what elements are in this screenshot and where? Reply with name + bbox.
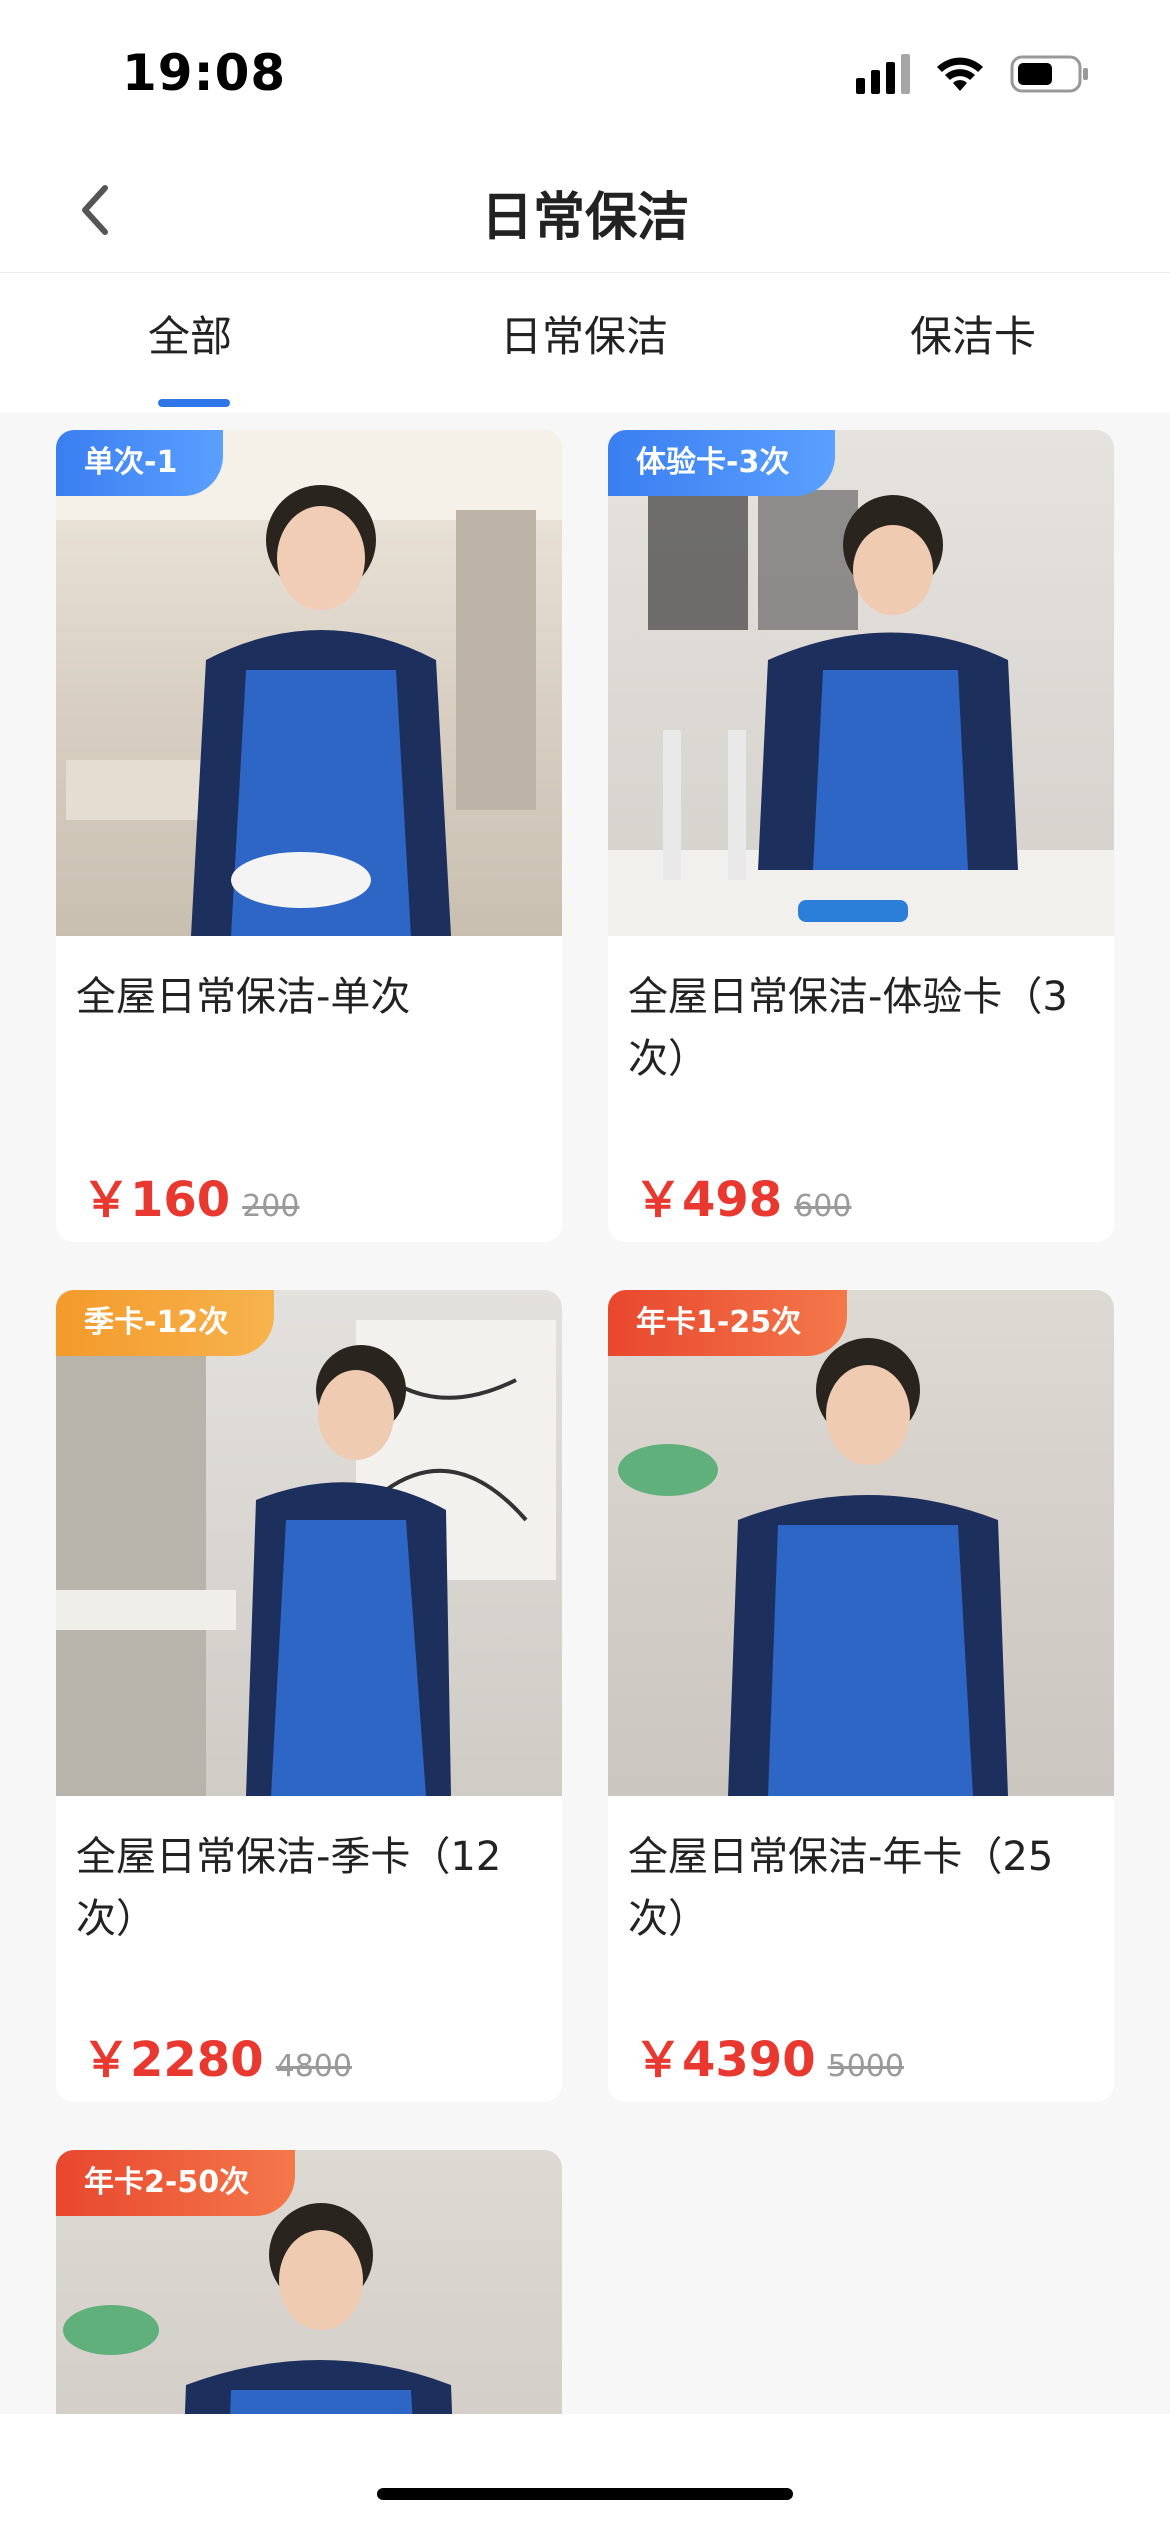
price-current: ￥498 <box>634 1172 783 1228</box>
price-original: 4800 <box>275 2049 352 2084</box>
bottom-safe-area <box>0 2414 1170 2532</box>
page-title: 日常保洁 <box>480 188 689 248</box>
product-photo <box>608 1290 1114 1796</box>
active-tab-indicator <box>158 399 230 407</box>
status-bar: 19:08 <box>0 0 1170 145</box>
status-icons <box>856 54 1090 94</box>
product-price: ￥4390 5000 <box>634 2020 904 2090</box>
price-current: ￥2280 <box>82 2032 264 2088</box>
product-card[interactable]: 年卡1-25次 全屋日常保洁-年卡（25次） ￥4390 5000 <box>608 1290 1114 2102</box>
tab-cleaning-card[interactable]: 保洁卡 <box>910 303 1036 364</box>
product-badge: 单次-1 <box>56 430 224 496</box>
product-price: ￥498 600 <box>634 1160 851 1230</box>
price-original: 600 <box>794 1189 852 1224</box>
product-badge: 年卡1-25次 <box>608 1290 848 1356</box>
home-indicator[interactable] <box>377 2488 793 2500</box>
tab-all[interactable]: 全部 <box>148 303 232 364</box>
category-tabs: 全部 日常保洁 保洁卡 <box>0 273 1170 413</box>
nav-bar: 日常保洁 <box>0 145 1170 273</box>
app-screen: 19:08 日常保洁 全部 日常保洁 保洁卡 单次-1 全屋日常保洁-单次 ￥1… <box>0 0 1170 2532</box>
product-name: 全屋日常保洁-季卡（12次） <box>76 1834 502 1942</box>
product-price: ￥160 200 <box>82 1160 299 1230</box>
product-card[interactable]: 年卡2-50次 <box>56 2150 562 2414</box>
tab-daily-cleaning[interactable]: 日常保洁 <box>500 303 668 364</box>
product-card[interactable]: 季卡-12次 全屋日常保洁-季卡（12次） ￥2280 4800 <box>56 1290 562 2102</box>
price-original: 200 <box>242 1189 300 1224</box>
product-badge: 季卡-12次 <box>56 1290 275 1356</box>
status-time: 19:08 <box>122 44 287 102</box>
cellular-signal-icon <box>856 54 910 94</box>
product-photo <box>56 430 562 936</box>
product-photo <box>608 430 1114 936</box>
price-current: ￥4390 <box>634 2032 816 2088</box>
wifi-icon <box>936 55 984 93</box>
product-card[interactable]: 单次-1 全屋日常保洁-单次 ￥160 200 <box>56 430 562 1242</box>
product-photo <box>56 1290 562 1796</box>
product-price: ￥2280 4800 <box>82 2020 352 2090</box>
product-name: 全屋日常保洁-体验卡（3次） <box>628 974 1068 1082</box>
price-original: 5000 <box>827 2049 904 2084</box>
product-name: 全屋日常保洁-年卡（25次） <box>628 1834 1054 1942</box>
product-badge: 年卡2-50次 <box>56 2150 296 2216</box>
battery-icon <box>1010 54 1090 94</box>
price-current: ￥160 <box>82 1172 231 1228</box>
product-name: 全屋日常保洁-单次 <box>76 974 411 1020</box>
product-badge: 体验卡-3次 <box>608 430 836 496</box>
product-card[interactable]: 体验卡-3次 全屋日常保洁-体验卡（3次） ￥498 600 <box>608 430 1114 1242</box>
